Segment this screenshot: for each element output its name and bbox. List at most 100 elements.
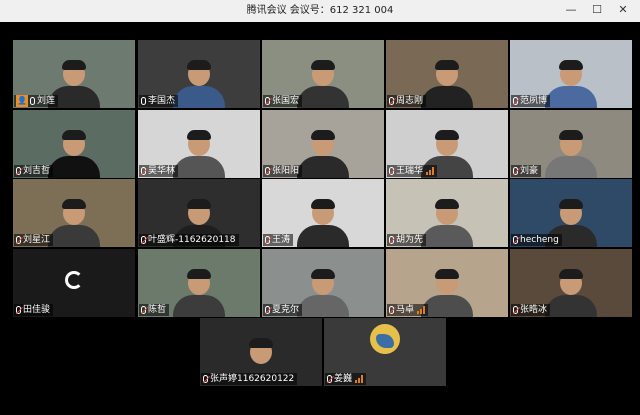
person-silhouette	[421, 269, 473, 317]
mic-muted-icon	[265, 97, 270, 105]
participant-label: 张阳阳	[263, 165, 303, 177]
participant-tile[interactable]: 陈哲	[138, 249, 260, 317]
participant-label: 叶盛辉-1162620118	[139, 234, 239, 246]
participant-name: 张国宏	[272, 96, 300, 106]
participant-name: hecheng	[520, 235, 559, 245]
participant-name: 刘莲	[37, 96, 56, 106]
person-silhouette	[421, 199, 473, 247]
participant-tile[interactable]: 张阳阳	[262, 110, 384, 178]
person-silhouette	[173, 269, 225, 317]
participant-tile[interactable]: hecheng	[510, 179, 632, 247]
participant-tile[interactable]: 叶盛辉-1162620118	[138, 179, 260, 247]
participant-label: 刘星江	[14, 234, 54, 246]
person-silhouette	[48, 199, 100, 247]
participant-label: 姜巍	[325, 373, 367, 385]
participant-name: 王涛	[272, 235, 291, 245]
participant-tile[interactable]: 王瑞华	[386, 110, 508, 178]
participant-label: 张声婷1162620122	[201, 373, 298, 385]
person-silhouette	[545, 130, 597, 178]
participant-label: 范夙博	[511, 95, 551, 107]
participant-name: 张声婷1162620122	[210, 374, 295, 384]
participant-name: 吴华林	[148, 166, 176, 176]
participant-tile[interactable]: 吴华林	[138, 110, 260, 178]
window-title: 腾讯会议 会议号：612 321 004	[246, 5, 394, 16]
participant-tile[interactable]: 张晧冰	[510, 249, 632, 317]
participant-tile[interactable]: 刘吉哲	[13, 110, 135, 178]
participant-name: 刘吉哲	[23, 166, 51, 176]
participant-label: 王涛	[263, 234, 294, 246]
participant-label: 周志刚	[387, 95, 427, 107]
participant-label: 王瑞华	[387, 165, 438, 177]
participant-name: 叶盛辉-1162620118	[148, 235, 236, 245]
participant-tile[interactable]: 马卓	[386, 249, 508, 317]
participant-tile[interactable]: 田佳骏	[13, 249, 135, 317]
participant-label: 李国杰	[139, 95, 179, 107]
mic-muted-icon	[16, 306, 21, 314]
participant-tile[interactable]: 夏克尔	[262, 249, 384, 317]
participant-label: 马卓	[387, 304, 429, 316]
person-silhouette	[297, 269, 349, 317]
mic-muted-icon	[265, 306, 270, 314]
participant-name: 王瑞华	[396, 166, 424, 176]
participant-label: 吴华林	[139, 165, 179, 177]
signal-strength-icon	[416, 306, 426, 314]
person-silhouette	[297, 60, 349, 108]
mic-muted-icon	[141, 236, 146, 244]
mic-muted-icon	[16, 236, 21, 244]
participant-tile[interactable]: 刘星江	[13, 179, 135, 247]
participant-label: hecheng	[511, 234, 562, 246]
participant-tile[interactable]: 胡为先	[386, 179, 508, 247]
host-icon: 👤	[16, 95, 28, 107]
avatar	[370, 324, 400, 354]
mic-muted-icon	[389, 236, 394, 244]
participant-tile[interactable]: 👤 刘莲	[13, 40, 135, 108]
participant-name: 陈哲	[148, 305, 167, 315]
participant-label: 胡为先	[387, 234, 427, 246]
participant-name: 姜巍	[334, 374, 353, 384]
mic-icon	[30, 97, 35, 105]
participant-tile[interactable]: 刘豪	[510, 110, 632, 178]
participant-tile[interactable]: 姜巍	[324, 318, 446, 386]
mic-muted-icon	[513, 167, 518, 175]
participant-name: 夏克尔	[272, 305, 300, 315]
mic-muted-icon	[265, 167, 270, 175]
participant-name: 范夙博	[520, 96, 548, 106]
participant-label: 张国宏	[263, 95, 303, 107]
person-silhouette	[545, 60, 597, 108]
mic-muted-icon	[141, 167, 146, 175]
mic-muted-icon	[203, 375, 208, 383]
mic-muted-icon	[389, 306, 394, 314]
participant-tile[interactable]: 范夙博	[510, 40, 632, 108]
signal-strength-icon	[425, 167, 435, 175]
minimize-button[interactable]: —	[562, 2, 580, 18]
person-silhouette	[173, 60, 225, 108]
title-bar: 腾讯会议 会议号：612 321 004 — ☐ ✕	[0, 0, 640, 22]
participant-name: 田佳骏	[23, 305, 51, 315]
mic-muted-icon	[16, 167, 21, 175]
participant-name: 张阳阳	[272, 166, 300, 176]
participant-tile[interactable]: 周志刚	[386, 40, 508, 108]
participant-tile[interactable]: 王涛	[262, 179, 384, 247]
mic-muted-icon	[327, 375, 332, 383]
mic-muted-icon	[513, 236, 518, 244]
person-silhouette	[545, 269, 597, 317]
close-button[interactable]: ✕	[614, 2, 632, 18]
mic-muted-icon	[513, 97, 518, 105]
mic-icon	[141, 97, 146, 105]
participant-name: 周志刚	[396, 96, 424, 106]
participant-name: 胡为先	[396, 235, 424, 245]
participant-tile[interactable]: 张国宏	[262, 40, 384, 108]
mic-muted-icon	[141, 306, 146, 314]
person-silhouette	[297, 199, 349, 247]
person-silhouette	[48, 130, 100, 178]
participant-name: 李国杰	[148, 96, 176, 106]
maximize-button[interactable]: ☐	[588, 2, 606, 18]
participant-tile[interactable]: 张声婷1162620122	[200, 318, 322, 386]
mic-muted-icon	[265, 236, 270, 244]
participant-name: 刘星江	[23, 235, 51, 245]
person-silhouette	[421, 60, 473, 108]
video-grid: 👤 刘莲 李国杰 张国宏 周志刚 范夙博刘吉哲 吴华林 张阳阳 王瑞华 刘豪刘星江 叶盛辉-1162…	[0, 22, 640, 415]
participant-tile[interactable]: 李国杰	[138, 40, 260, 108]
participant-label: 张晧冰	[511, 304, 551, 316]
participant-name: 张晧冰	[520, 305, 548, 315]
